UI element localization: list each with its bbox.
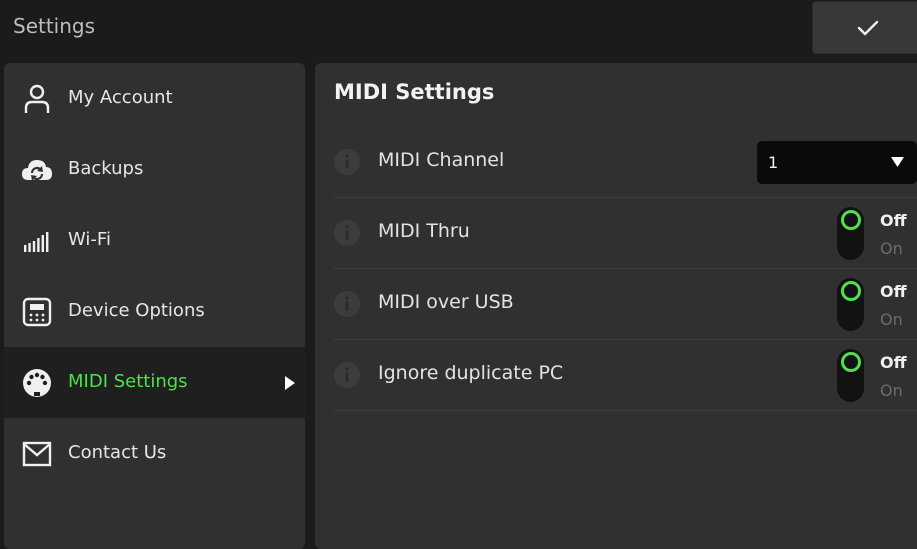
info-icon[interactable] [334, 149, 360, 175]
sidebar-item-label: Contact Us [68, 442, 167, 463]
app-title: Settings [13, 14, 96, 38]
chevron-right-icon [285, 376, 295, 390]
checkmark-icon [857, 20, 879, 35]
sidebar-item-device-options[interactable]: Device Options [4, 276, 305, 347]
dropdown-arrow-icon [891, 157, 904, 167]
toggle-off-label: Off [880, 353, 907, 372]
midi-channel-select[interactable]: 1 [757, 141, 917, 184]
midi-connector-icon [20, 366, 54, 400]
ignore-duplicate-pc-toggle[interactable] [837, 349, 864, 402]
sidebar-item-my-account[interactable]: My Account [4, 63, 305, 134]
envelope-icon [20, 437, 54, 471]
sidebar-item-backups[interactable]: Backups [4, 134, 305, 205]
sidebar-item-label: MIDI Settings [68, 371, 188, 392]
confirm-button[interactable] [812, 1, 917, 54]
toggle-off-label: Off [880, 282, 907, 301]
sidebar-item-label: My Account [68, 87, 173, 108]
toggle-on-label: On [880, 239, 903, 258]
cloud-sync-icon [20, 153, 54, 187]
info-icon[interactable] [334, 220, 360, 246]
setting-label: Ignore duplicate PC [378, 362, 564, 384]
toggle-off-label: Off [880, 211, 907, 230]
top-bar: Settings [0, 0, 917, 56]
sidebar-item-contact-us[interactable]: Contact Us [4, 418, 305, 489]
device-icon [20, 295, 54, 329]
setting-row-midi-over-usb: MIDI over USB Off On [334, 269, 917, 340]
panel-title: MIDI Settings [334, 80, 495, 104]
info-icon[interactable] [334, 291, 360, 317]
setting-label: MIDI Thru [378, 220, 470, 242]
midi-settings-panel: MIDI Settings MIDI Channel 1 MIDI Thru O… [315, 63, 917, 549]
toggle-on-label: On [880, 310, 903, 329]
sidebar-item-midi-settings[interactable]: MIDI Settings [4, 347, 305, 418]
toggle-knob [841, 210, 861, 230]
info-icon[interactable] [334, 362, 360, 388]
select-value: 1 [768, 153, 779, 172]
setting-label: MIDI Channel [378, 149, 505, 171]
setting-row-midi-channel: MIDI Channel 1 [334, 127, 917, 198]
sidebar-item-label: Device Options [68, 300, 205, 321]
signal-bars-icon [20, 224, 54, 258]
midi-over-usb-toggle[interactable] [837, 278, 864, 331]
sidebar: My Account Backups Wi-Fi Device Options … [4, 63, 305, 549]
setting-row-midi-thru: MIDI Thru Off On [334, 198, 917, 269]
user-icon [20, 82, 54, 116]
setting-label: MIDI over USB [378, 291, 514, 313]
sidebar-item-wifi[interactable]: Wi-Fi [4, 205, 305, 276]
toggle-on-label: On [880, 381, 903, 400]
toggle-knob [841, 352, 861, 372]
setting-row-ignore-duplicate-pc: Ignore duplicate PC Off On [334, 340, 917, 411]
midi-thru-toggle[interactable] [837, 207, 864, 260]
sidebar-item-label: Backups [68, 158, 144, 179]
sidebar-item-label: Wi-Fi [68, 229, 111, 250]
toggle-knob [841, 281, 861, 301]
